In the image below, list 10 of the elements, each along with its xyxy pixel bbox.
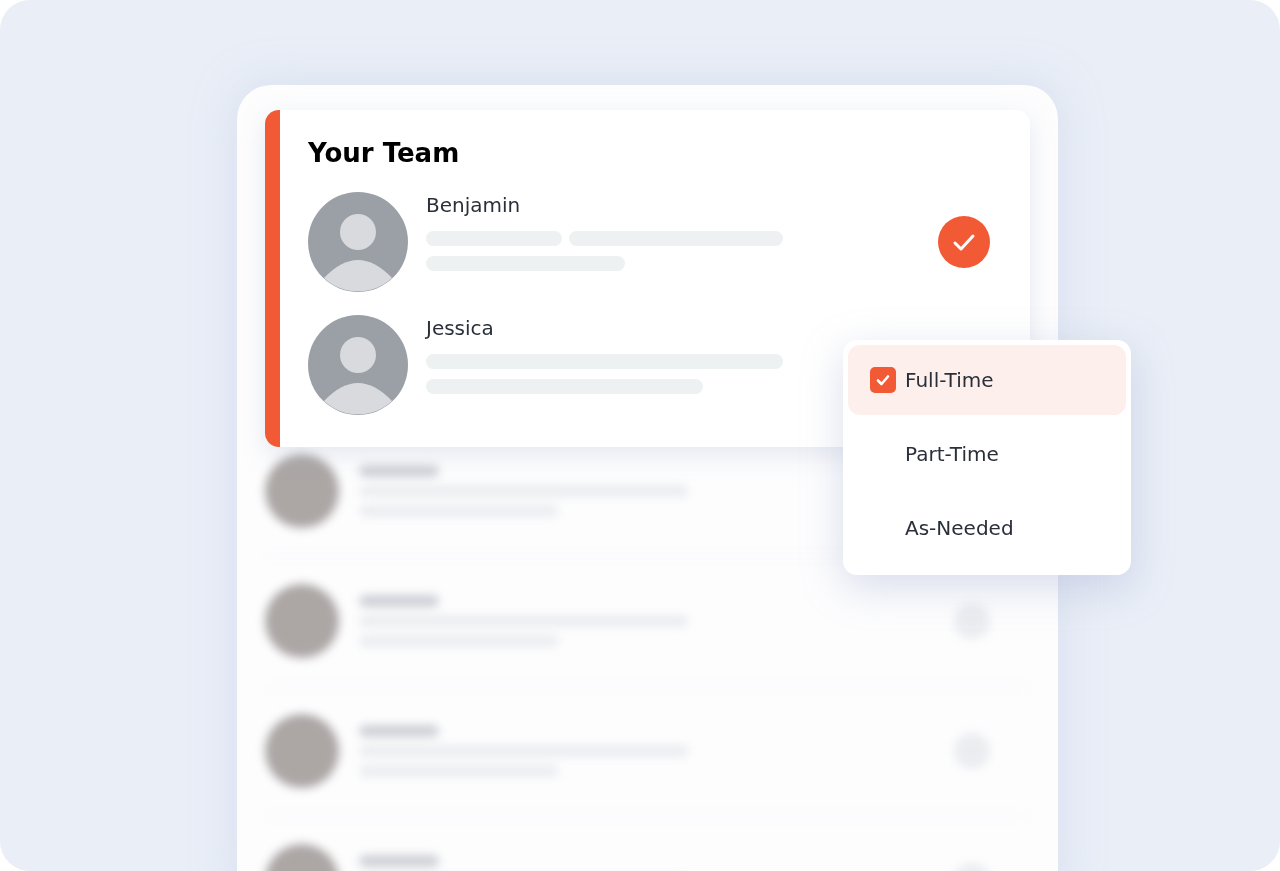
member-name: Jessica — [426, 315, 495, 340]
menu-option[interactable]: As-Needed — [848, 493, 1126, 563]
avatar-icon — [308, 314, 408, 415]
menu-option[interactable]: Part-Time — [848, 419, 1126, 489]
checkbox-icon — [870, 367, 896, 393]
card-title: Your Team — [308, 138, 461, 168]
avatar-icon — [308, 191, 408, 292]
menu-option[interactable]: Full-Time — [848, 345, 1126, 415]
check-icon[interactable] — [938, 215, 990, 268]
member-name: Benjamin — [426, 192, 522, 217]
